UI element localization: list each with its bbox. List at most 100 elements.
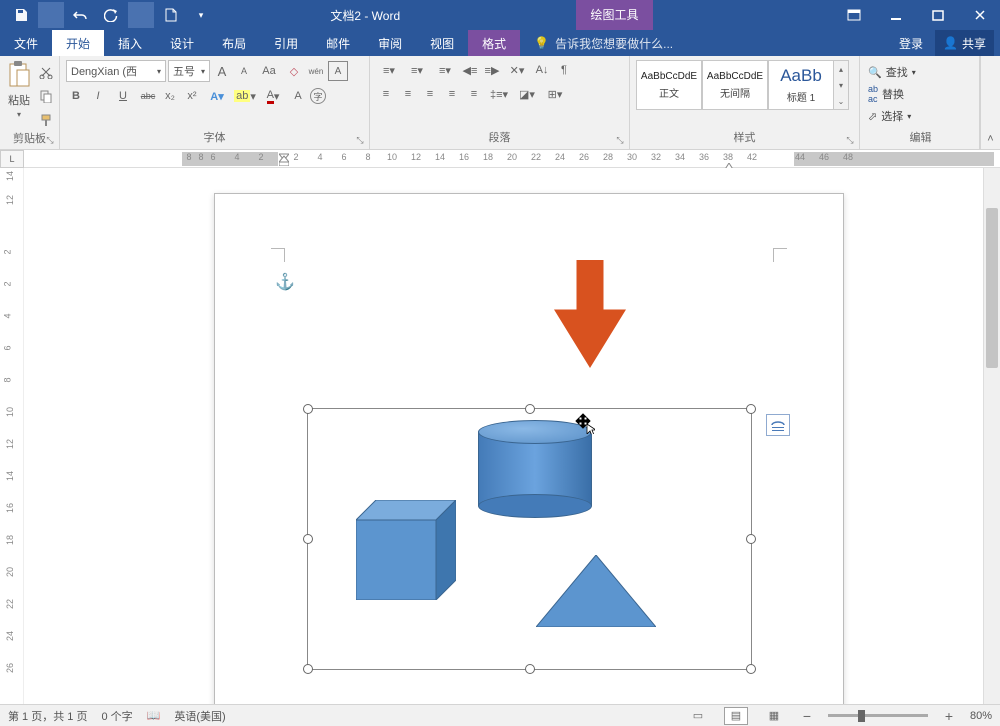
minimize-button[interactable]: [876, 0, 916, 30]
tab-insert[interactable]: 插入: [104, 30, 156, 56]
subscript-button[interactable]: x₂: [160, 86, 180, 106]
ruler-horizontal[interactable]: L 88642246810121416182022242628303234363…: [0, 150, 1000, 168]
style-normal[interactable]: AaBbCcDdE 正文: [636, 60, 702, 110]
paragraph-launcher[interactable]: ⤡: [614, 134, 626, 146]
scroll-thumb[interactable]: [986, 208, 998, 368]
bullets-button[interactable]: ≡▾: [376, 60, 402, 80]
resize-handle[interactable]: [746, 404, 756, 414]
shading-button[interactable]: ◪▾: [514, 84, 540, 104]
right-indent-marker[interactable]: [724, 158, 734, 166]
zoom-slider[interactable]: [828, 714, 928, 717]
highlight-button[interactable]: ab▾: [232, 86, 258, 106]
language-indicator[interactable]: 英语(美国): [174, 708, 225, 724]
ribbon-options-button[interactable]: [834, 0, 874, 30]
zoom-thumb[interactable]: [858, 710, 865, 722]
borders-button[interactable]: ⊞▾: [542, 84, 568, 104]
bold-button[interactable]: B: [66, 86, 86, 106]
zoom-in-button[interactable]: +: [942, 708, 956, 724]
indent-marker[interactable]: [279, 150, 289, 166]
increase-indent-button[interactable]: ≡▶: [482, 60, 502, 80]
tab-design[interactable]: 设计: [156, 30, 208, 56]
view-print-button[interactable]: ▤: [724, 707, 748, 725]
grow-font-button[interactable]: A: [212, 61, 232, 81]
document-viewport[interactable]: ⚓: [24, 168, 983, 704]
share-button[interactable]: 👤 共享: [935, 30, 994, 56]
font-size-combo[interactable]: 五号▾: [168, 60, 210, 82]
select-button[interactable]: ⬀选择▾: [868, 106, 973, 126]
zoom-out-button[interactable]: −: [800, 708, 814, 724]
view-read-button[interactable]: ▭: [686, 707, 710, 725]
char-shading-button[interactable]: A: [288, 86, 308, 106]
font-color-button[interactable]: A▾: [260, 86, 286, 106]
clipboard-launcher[interactable]: ⤡: [44, 134, 56, 146]
numbering-button[interactable]: ≡▾: [404, 60, 430, 80]
align-left-button[interactable]: ≡: [376, 84, 396, 104]
spellcheck-icon[interactable]: 📖: [147, 709, 161, 722]
tab-review[interactable]: 审阅: [364, 30, 416, 56]
tab-mailings[interactable]: 邮件: [312, 30, 364, 56]
view-web-button[interactable]: ▦: [762, 707, 786, 725]
multilevel-button[interactable]: ≡▾: [432, 60, 458, 80]
ruler-vertical[interactable]: 141222468101214161820222426: [0, 168, 24, 704]
tell-me-search[interactable]: 💡 告诉我您想要做什么...: [520, 30, 889, 56]
underline-button[interactable]: U: [110, 86, 136, 106]
shrink-font-button[interactable]: A: [234, 61, 254, 81]
distributed-button[interactable]: ≡: [464, 84, 484, 104]
resize-handle[interactable]: [303, 404, 313, 414]
line-spacing-button[interactable]: ‡≡▾: [486, 84, 512, 104]
undo-button[interactable]: [68, 2, 94, 28]
text-effects-button[interactable]: A▾: [204, 86, 230, 106]
layout-options-button[interactable]: [766, 414, 790, 436]
find-button[interactable]: 🔍查找▾: [868, 62, 973, 82]
shape-arrow[interactable]: [545, 259, 635, 369]
resize-handle[interactable]: [746, 664, 756, 674]
styles-gallery-expand[interactable]: ▴▾⌄: [834, 60, 849, 110]
resize-handle[interactable]: [746, 534, 756, 544]
redo-button[interactable]: [98, 2, 124, 28]
shape-triangle[interactable]: [536, 555, 656, 627]
word-count[interactable]: 0 个字: [101, 708, 132, 724]
resize-handle[interactable]: [303, 664, 313, 674]
tab-format[interactable]: 格式: [468, 30, 520, 56]
align-center-button[interactable]: ≡: [398, 84, 418, 104]
page-indicator[interactable]: 第 1 页，共 1 页: [8, 708, 87, 724]
close-button[interactable]: [960, 0, 1000, 30]
enclose-char-button[interactable]: 字: [310, 88, 326, 104]
new-doc-button[interactable]: [158, 2, 184, 28]
asian-layout-button[interactable]: ✕▾: [504, 60, 530, 80]
strike-button[interactable]: abc: [138, 86, 158, 106]
sort-button[interactable]: A↓: [532, 60, 552, 80]
login-button[interactable]: 登录: [889, 35, 933, 52]
resize-handle[interactable]: [525, 664, 535, 674]
styles-launcher[interactable]: ⤡: [844, 134, 856, 146]
resize-handle[interactable]: [303, 534, 313, 544]
zoom-percent[interactable]: 80%: [970, 710, 992, 722]
tab-references[interactable]: 引用: [260, 30, 312, 56]
align-justify-button[interactable]: ≡: [442, 84, 462, 104]
phonetic-button[interactable]: wén: [306, 61, 326, 81]
decrease-indent-button[interactable]: ◀≡: [460, 60, 480, 80]
save-button[interactable]: [8, 2, 34, 28]
maximize-button[interactable]: [918, 0, 958, 30]
tab-file[interactable]: 文件: [0, 30, 52, 56]
italic-button[interactable]: I: [88, 86, 108, 106]
selection-box[interactable]: [307, 408, 752, 670]
char-border-button[interactable]: A: [328, 61, 348, 81]
clear-format-button[interactable]: ◇: [284, 61, 304, 81]
tab-layout[interactable]: 布局: [208, 30, 260, 56]
shape-cube[interactable]: [356, 500, 454, 600]
ruler-tab-selector[interactable]: L: [0, 150, 24, 168]
copy-button[interactable]: [36, 86, 56, 106]
cut-button[interactable]: [36, 62, 56, 82]
paste-button[interactable]: 粘贴 ▾: [6, 60, 32, 119]
replace-button[interactable]: abac替换: [868, 84, 973, 104]
change-case-button[interactable]: Aa: [256, 61, 282, 81]
show-marks-button[interactable]: ¶: [554, 60, 574, 80]
align-right-button[interactable]: ≡: [420, 84, 440, 104]
style-no-spacing[interactable]: AaBbCcDdE 无间隔: [702, 60, 768, 110]
qat-more-button[interactable]: ▾: [188, 2, 214, 28]
superscript-button[interactable]: x²: [182, 86, 202, 106]
tab-view[interactable]: 视图: [416, 30, 468, 56]
font-name-combo[interactable]: DengXian (西▾: [66, 60, 166, 82]
resize-handle[interactable]: [525, 404, 535, 414]
